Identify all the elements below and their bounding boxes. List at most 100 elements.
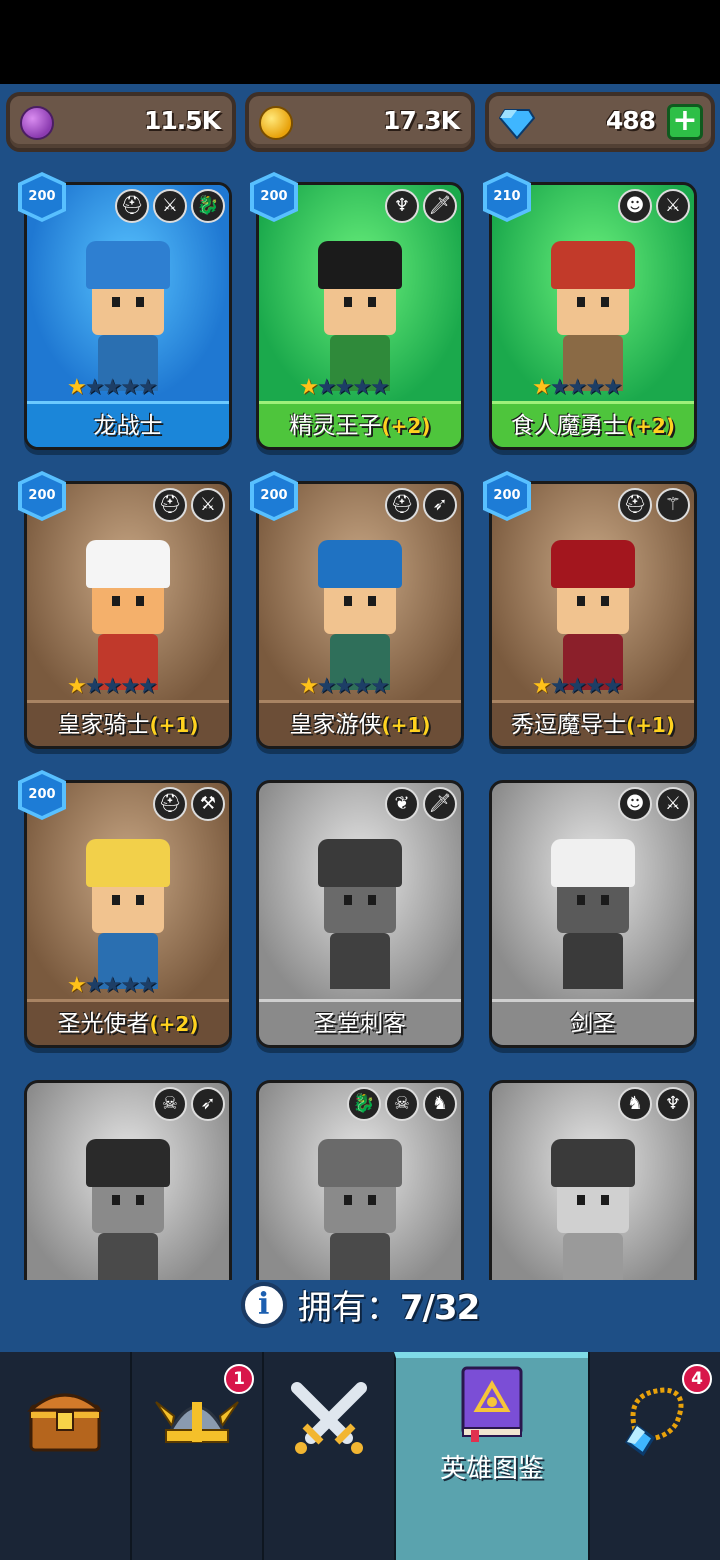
nav-tab-heroes[interactable]: 1 — [130, 1352, 262, 1560]
star-filled-icon: ★ — [532, 375, 552, 400]
star-empty-icon: ★ — [316, 375, 337, 400]
equipment-notification-badge: 4 — [682, 1364, 712, 1394]
star-rating: ★★★★★ — [532, 674, 623, 699]
hero-figure — [78, 540, 178, 690]
star-rating: ★★★★★ — [299, 375, 390, 400]
hero-card[interactable]: ♆ 🗡 ★★★★★ 精灵王子(+2) — [256, 182, 464, 450]
hero-card[interactable]: ❦ 🗡 圣堂刺客 — [256, 780, 464, 1048]
hero-eye — [368, 895, 376, 905]
hero-bonus: (+2) — [381, 414, 431, 438]
hero-helmet — [86, 1139, 170, 1187]
hero-figure — [543, 241, 643, 391]
hero-card[interactable]: ⛑ ➶ ★★★★★ 皇家游侠(+1) — [256, 481, 464, 749]
orc-icon: ☻ — [618, 189, 652, 223]
nav-tab-hero-codex[interactable]: 英雄图鉴 — [394, 1352, 588, 1560]
star-empty-icon: ★ — [137, 973, 158, 998]
star-empty-icon: ★ — [352, 375, 372, 400]
hero-figure — [310, 540, 410, 690]
hero-figure — [78, 1139, 178, 1280]
sword-icon: ⚔ — [656, 787, 690, 821]
hero-eye — [368, 596, 376, 606]
hero-eye — [601, 1195, 609, 1205]
hero-level: 200 — [254, 176, 294, 218]
hero-figure — [310, 839, 410, 989]
star-rating: ★★★★★ — [299, 674, 390, 699]
hero-bonus: (+2) — [149, 1012, 199, 1036]
nav-tab-shop[interactable] — [0, 1352, 130, 1560]
helmet-icon: ⛑ — [385, 488, 419, 522]
star-rating: ★★★★★ — [67, 375, 158, 400]
gold-coin-icon — [259, 106, 293, 140]
hero-eye — [577, 596, 585, 606]
hero-helmet — [318, 1139, 402, 1187]
hero-eye — [601, 297, 609, 307]
hero-bonus: (+2) — [626, 414, 675, 438]
hero-body — [563, 933, 623, 989]
nav-tab-battle[interactable] — [262, 1352, 394, 1560]
hero-card[interactable]: ⛑ ⚒ ★★★★★ 圣光使者(+2) — [24, 780, 232, 1048]
star-empty-icon: ★ — [549, 674, 570, 699]
star-rating: ★★★★★ — [67, 674, 158, 699]
hero-card[interactable]: ♞ ♆ — [489, 1080, 697, 1280]
gold-currency[interactable]: 17.3K — [245, 92, 475, 152]
hero-eye — [368, 1195, 376, 1205]
helmet-icon: ⛑ — [115, 189, 149, 223]
hero-name-bar: 圣堂刺客 — [259, 999, 461, 1045]
purple-currency-value: 11.5K — [143, 106, 221, 135]
hero-level: 200 — [254, 475, 294, 517]
beast-icon: ♞ — [423, 1087, 457, 1121]
hero-card[interactable]: ☻ ⚔ 剑圣 — [489, 780, 697, 1048]
hero-body — [98, 1233, 158, 1280]
heroes-notification-badge: 1 — [224, 1364, 254, 1394]
wings-icon: ❦ — [385, 787, 419, 821]
treasure-chest-icon — [27, 1393, 103, 1452]
hero-card[interactable]: ☠ ➶ — [24, 1080, 232, 1280]
hero-eye — [136, 1195, 144, 1205]
dragon-icon: 🐉 — [347, 1087, 381, 1121]
hero-name: 龙战士 — [93, 413, 163, 439]
purple-currency[interactable]: 11.5K — [6, 92, 236, 152]
add-diamonds-button[interactable]: + — [667, 104, 703, 140]
star-empty-icon: ★ — [549, 375, 570, 400]
elf-icon: ♆ — [385, 189, 419, 223]
star-empty-icon: ★ — [84, 674, 105, 699]
elf-icon: ♆ — [656, 1087, 690, 1121]
gold-currency-value: 17.3K — [382, 106, 460, 135]
star-filled-icon: ★ — [67, 674, 87, 699]
star-empty-icon: ★ — [102, 973, 122, 998]
helmet-icon: ⛑ — [153, 787, 187, 821]
hero-eye — [601, 895, 609, 905]
hero-name-bar: 龙战士 — [27, 401, 229, 447]
hero-eye — [601, 596, 609, 606]
hero-name: 剑圣 — [570, 1011, 616, 1037]
hero-eye — [577, 1195, 585, 1205]
bow-icon: ➶ — [191, 1087, 225, 1121]
dragon-icon: 🐉 — [191, 189, 225, 223]
blue-diamond-icon — [498, 106, 536, 140]
diamond-currency[interactable]: 488 + — [485, 92, 715, 152]
skull-icon: ☠ — [153, 1087, 187, 1121]
hero-eye — [577, 895, 585, 905]
hero-figure — [310, 241, 410, 391]
hero-eye — [112, 297, 120, 307]
hero-figure — [543, 540, 643, 690]
hero-figure — [543, 839, 643, 989]
bow-icon: ➶ — [423, 488, 457, 522]
hero-name: 圣光使者 — [57, 1011, 150, 1037]
hero-level: 200 — [22, 774, 62, 816]
star-empty-icon: ★ — [369, 674, 390, 699]
hero-card[interactable]: ⛑ ⚔ ★★★★★ 皇家骑士(+1) — [24, 481, 232, 749]
hero-name: 皇家游侠 — [289, 712, 382, 738]
star-empty-icon: ★ — [84, 973, 105, 998]
hero-helmet — [318, 540, 402, 588]
hero-card[interactable]: ☻ ⚔ ★★★★★ 食人魔勇士(+2) — [489, 182, 697, 450]
nav-tab-hero-codex-label: 英雄图鉴 — [439, 1454, 544, 1484]
hero-bonus: (+1) — [149, 713, 199, 737]
staff-icon: ⚚ — [656, 488, 690, 522]
dagger-icon: 🗡 — [423, 189, 457, 223]
nav-tab-equipment[interactable]: 4 — [588, 1352, 720, 1560]
hero-card[interactable]: ⛑ ⚚ ★★★★★ 秀逗魔导士(+1) — [489, 481, 697, 749]
info-icon[interactable]: i — [240, 1281, 287, 1328]
hero-card[interactable]: 🐉 ☠ ♞ — [256, 1080, 464, 1280]
hero-card[interactable]: ⛑ ⚔ 🐉 ★★★★★ 龙战士 — [24, 182, 232, 450]
